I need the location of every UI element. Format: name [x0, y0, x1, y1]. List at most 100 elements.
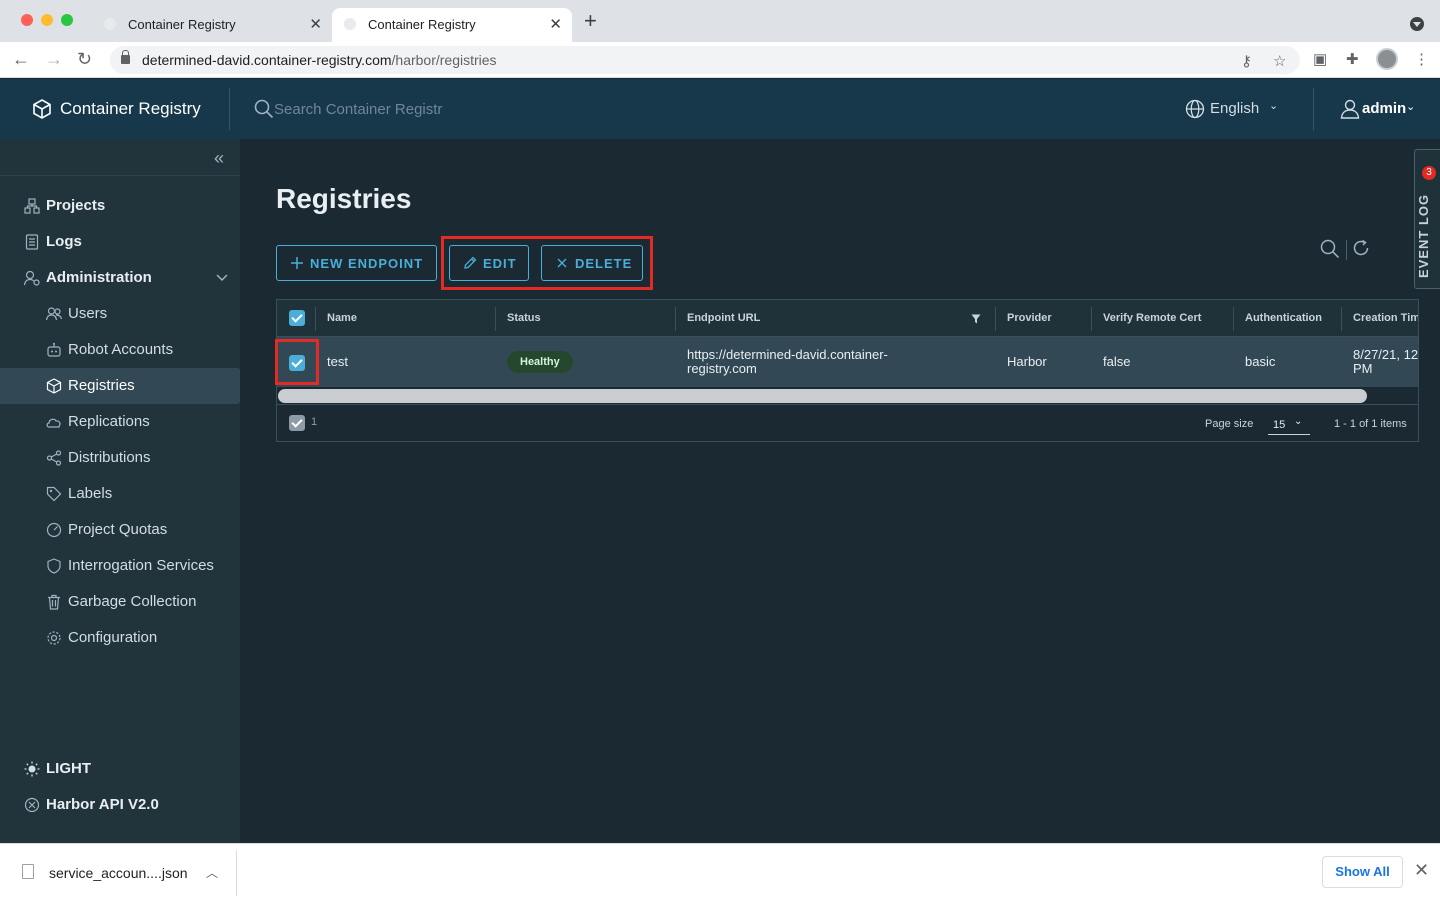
edit-button[interactable]: EDIT [449, 245, 529, 281]
sidebar-item-labels[interactable]: Labels [0, 476, 240, 512]
pencil-icon [464, 256, 477, 269]
tab-search-icon[interactable] [1410, 17, 1424, 31]
language-dropdown[interactable]: English ⌄ [1185, 99, 1278, 123]
close-icon[interactable]: ✕ [1414, 860, 1429, 881]
sidebar-item-replications[interactable]: Replications [0, 404, 240, 440]
address-bar[interactable]: determined-david.container-registry.com/… [110, 46, 1300, 74]
column-divider [315, 307, 316, 331]
event-log-label: EVENT LOG [1416, 193, 1431, 278]
delete-button[interactable]: DELETE [541, 245, 643, 281]
reload-icon[interactable]: ↻ [77, 48, 92, 70]
sidebar-item-robot-accounts[interactable]: Robot Accounts [0, 332, 240, 368]
sidebar-item-projects[interactable]: Projects [0, 188, 240, 224]
download-file-name[interactable]: service_accoun....json [49, 865, 188, 881]
column-header-verify-remote-cert[interactable]: Verify Remote Cert [1103, 312, 1201, 324]
download-bar: service_accoun....json ︿ Show All ✕ [0, 843, 1440, 900]
event-log-tab[interactable]: 3 EVENT LOG [1414, 149, 1440, 289]
sidebar-item-registries[interactable]: Registries [0, 368, 240, 404]
forward-icon[interactable]: → [45, 48, 63, 70]
cell-provider: Harbor [1007, 354, 1047, 369]
label-icon [46, 486, 62, 502]
sidebar-item-label: Robot Accounts [68, 341, 174, 358]
lock-icon [121, 50, 130, 64]
browser-tab-1[interactable]: Container Registry ✕ [92, 8, 332, 42]
maximize-window-button[interactable] [61, 14, 73, 26]
column-divider [495, 307, 496, 331]
event-log-count-badge: 3 [1422, 166, 1436, 180]
chevron-up-icon[interactable]: ︿ [206, 864, 218, 881]
robot-icon [47, 342, 61, 357]
sidebar-item-label: Garbage Collection [68, 593, 197, 610]
filter-icon[interactable] [971, 314, 981, 324]
chevron-down-icon[interactable] [214, 269, 230, 285]
logs-icon [25, 234, 39, 250]
browser-tab-bar: Container Registry ✕ Container Registry … [0, 0, 1440, 42]
key-icon[interactable]: ⚷ [1241, 52, 1252, 70]
sidebar-item-label: Labels [68, 485, 113, 502]
table-row[interactable]: test Healthy https://determined-david.co… [277, 337, 1419, 387]
projects-icon [24, 198, 40, 214]
url-text[interactable]: determined-david.container-registry.com/… [142, 52, 497, 68]
tab-title: Container Registry [128, 17, 236, 32]
sidebar-item-configuration[interactable]: Configuration [0, 620, 240, 656]
browser-tab-2[interactable]: Container Registry ✕ [332, 8, 572, 42]
harbor-api-link[interactable]: Harbor API V2.0 [0, 787, 240, 823]
back-icon[interactable]: ← [12, 48, 30, 70]
search-icon[interactable] [1320, 239, 1340, 259]
quota-icon [46, 522, 62, 538]
sidebar-item-label: Project Quotas [68, 521, 168, 538]
profile-avatar[interactable] [1376, 48, 1398, 70]
brand-title[interactable]: Container Registry [60, 99, 201, 119]
close-tab-icon[interactable]: ✕ [549, 15, 562, 33]
selected-count: 1 [311, 416, 318, 428]
sidebar-item-distributions[interactable]: Distributions [0, 440, 240, 476]
user-menu[interactable]: admin ⌄ [1340, 99, 1415, 123]
page-size-select[interactable]: 15 ⌄ [1268, 413, 1310, 435]
header-divider [229, 88, 230, 130]
sidebar-item-project-quotas[interactable]: Project Quotas [0, 512, 240, 548]
new-tab-button[interactable]: + [584, 10, 597, 32]
scrollbar-thumb[interactable] [278, 389, 1367, 403]
api-icon [24, 797, 40, 813]
column-header-endpoint-url[interactable]: Endpoint URL [687, 312, 760, 324]
app-header: Container Registry English ⌄ admin ⌄ [0, 79, 1440, 139]
sidebar-item-label: Projects [46, 197, 106, 214]
column-header-provider[interactable]: Provider [1007, 312, 1052, 324]
extensions-icon[interactable]: ✚ [1346, 50, 1359, 68]
show-all-button[interactable]: Show All [1322, 856, 1403, 888]
favicon-icon [104, 18, 116, 30]
refresh-icon[interactable] [1352, 239, 1370, 257]
sidebar-item-label: Configuration [68, 629, 158, 646]
table-header: Name Status Endpoint URL Provider Verify… [277, 300, 1418, 337]
sidebar-item-garbage-collection[interactable]: Garbage Collection [0, 584, 240, 620]
screen-capture-icon[interactable]: ▣ [1313, 50, 1327, 68]
cell-creation-time: 8/27/21, 12 PM [1353, 347, 1419, 376]
column-header-authentication[interactable]: Authentication [1245, 312, 1322, 324]
bookmark-star-icon[interactable]: ☆ [1273, 52, 1286, 70]
shield-icon [47, 558, 61, 574]
favicon-icon [344, 18, 356, 30]
collapse-sidebar-icon[interactable]: « [214, 148, 224, 169]
sidebar-item-administration[interactable]: Administration [0, 260, 240, 296]
new-endpoint-button[interactable]: NEW ENDPOINT [276, 245, 437, 281]
horizontal-scrollbar[interactable] [277, 388, 1418, 404]
sidebar-item-interrogation-services[interactable]: Interrogation Services [0, 548, 240, 584]
sun-icon [24, 761, 40, 777]
theme-toggle[interactable]: LIGHT [0, 751, 240, 787]
sidebar-item-logs[interactable]: Logs [0, 224, 240, 260]
chevron-down-icon: ⌄ [1294, 416, 1303, 427]
select-all-checkbox[interactable] [289, 310, 305, 326]
column-header-creation-time[interactable]: Creation Tim [1353, 312, 1418, 324]
browser-menu-icon[interactable]: ⋮ [1414, 50, 1429, 68]
minimize-window-button[interactable] [41, 14, 53, 26]
column-header-status[interactable]: Status [507, 312, 541, 324]
column-divider [675, 307, 676, 331]
close-window-button[interactable] [21, 14, 33, 26]
header-divider [1313, 88, 1314, 130]
column-header-name[interactable]: Name [327, 312, 357, 324]
global-search-input[interactable] [274, 98, 494, 120]
close-tab-icon[interactable]: ✕ [309, 15, 322, 33]
page-size-label: Page size [1205, 418, 1254, 430]
globe-icon [1185, 99, 1205, 119]
sidebar-item-users[interactable]: Users [0, 296, 240, 332]
